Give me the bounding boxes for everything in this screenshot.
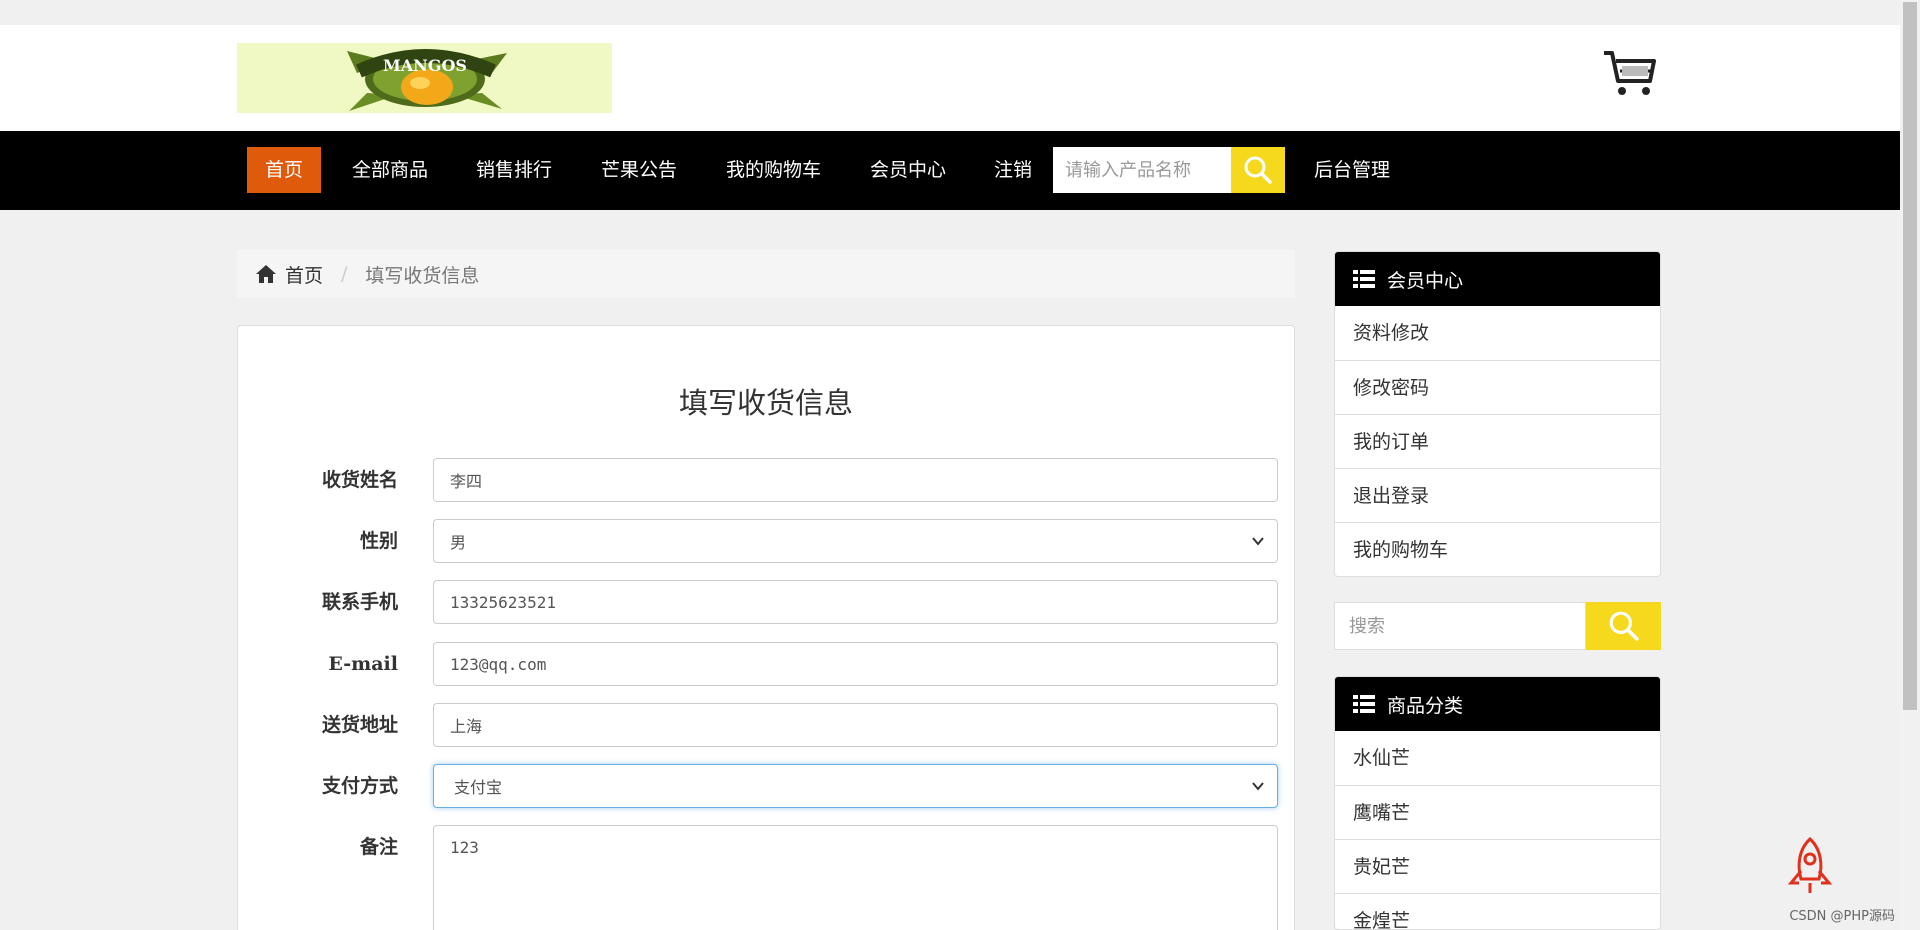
site-logo[interactable]: MANGOS: [237, 43, 612, 113]
field-label-address: 送货地址: [321, 714, 398, 736]
address-value: 上海: [450, 717, 483, 736]
scrollbar-thumb[interactable]: [1903, 2, 1917, 710]
form-title: 填写收货信息: [678, 386, 853, 420]
member-center-title: 会员中心: [1387, 269, 1464, 292]
nav-item-admin[interactable]: 后台管理: [1296, 147, 1408, 193]
gender-select[interactable]: 男: [433, 519, 1278, 563]
email-value: 123@qq.com: [450, 654, 547, 674]
top-strip: [0, 0, 1920, 25]
chevron-down-icon: [1252, 537, 1264, 546]
search-icon: [1244, 156, 1272, 184]
email-input[interactable]: 123@qq.com: [433, 642, 1278, 686]
field-row-payment: 支付方式 支付宝: [238, 764, 1294, 808]
field-row-gender: 性别 男: [238, 519, 1294, 563]
category-item-jinhuang[interactable]: 金煌芒: [1335, 893, 1660, 929]
field-row-name: 收货姓名 李四: [238, 458, 1294, 502]
notes-textarea[interactable]: 123: [433, 825, 1278, 930]
nav-item-announcements[interactable]: 芒果公告: [583, 147, 695, 193]
sidebar-search: [1334, 602, 1661, 650]
category-item-shuixian[interactable]: 水仙芒: [1335, 731, 1660, 785]
product-category-header: 商品分类: [1335, 677, 1660, 731]
breadcrumb-home[interactable]: 首页: [255, 261, 323, 288]
member-center-panel: 会员中心 资料修改 修改密码 我的订单 退出登录 我的购物车: [1334, 251, 1661, 577]
svg-text:MANGOS: MANGOS: [383, 56, 467, 75]
nav-item-logout[interactable]: 注销: [976, 147, 1050, 193]
nav-item-sales-ranking[interactable]: 销售排行: [458, 147, 570, 193]
nav-item-my-cart[interactable]: 我的购物车: [708, 147, 839, 193]
field-label-phone: 联系手机: [321, 591, 398, 613]
sidebar-item-my-cart[interactable]: 我的购物车: [1335, 522, 1660, 576]
list-icon: [1353, 695, 1375, 713]
product-category-panel: 商品分类 水仙芒 鹰嘴芒 贵妃芒 金煌芒: [1334, 676, 1661, 930]
product-search-button[interactable]: [1231, 147, 1285, 193]
field-label-gender: 性别: [359, 530, 398, 552]
back-to-top-rocket-icon[interactable]: [1783, 835, 1837, 895]
recipient-name-input[interactable]: 李四: [433, 458, 1278, 502]
field-label-payment: 支付方式: [321, 775, 398, 797]
search-icon: [1609, 611, 1639, 641]
address-input[interactable]: 上海: [433, 703, 1278, 747]
breadcrumb-home-label: 首页: [285, 264, 324, 287]
site-header: MANGOS: [0, 25, 1900, 131]
payment-method-value: 支付宝: [454, 778, 503, 797]
gender-value: 男: [450, 533, 467, 552]
sidebar-item-change-password[interactable]: 修改密码: [1335, 360, 1660, 414]
sidebar-search-button[interactable]: [1586, 602, 1661, 650]
sidebar-item-logout[interactable]: 退出登录: [1335, 468, 1660, 522]
cart-icon[interactable]: [1602, 49, 1658, 99]
recipient-name-value: 李四: [450, 472, 483, 491]
phone-input[interactable]: 13325623521: [433, 580, 1278, 624]
sidebar-item-my-orders[interactable]: 我的订单: [1335, 414, 1660, 468]
breadcrumb: 首页 / 填写收货信息: [237, 250, 1295, 298]
product-category-title: 商品分类: [1387, 694, 1464, 717]
breadcrumb-separator: /: [341, 263, 348, 285]
field-label-name: 收货姓名: [321, 469, 398, 491]
csdn-watermark: CSDN @PHP源码: [1789, 909, 1895, 924]
nav-item-home[interactable]: 首页: [247, 147, 322, 193]
list-icon: [1353, 270, 1375, 288]
chevron-down-icon: [1252, 782, 1264, 791]
main-nav: 首页 全部商品 销售排行 芒果公告 我的购物车 会员中心 注销 后台管理: [0, 131, 1900, 210]
payment-method-select[interactable]: 支付宝: [433, 764, 1278, 808]
field-row-email: E-mail 123@qq.com: [238, 642, 1294, 686]
field-row-phone: 联系手机 13325623521: [238, 580, 1294, 624]
nav-item-member-center[interactable]: 会员中心: [852, 147, 964, 193]
sidebar-item-edit-profile[interactable]: 资料修改: [1335, 306, 1660, 360]
nav-item-all-products[interactable]: 全部商品: [334, 147, 446, 193]
category-item-guifei[interactable]: 贵妃芒: [1335, 839, 1660, 893]
sidebar-search-input[interactable]: [1334, 602, 1586, 650]
field-row-address: 送货地址 上海: [238, 703, 1294, 747]
field-label-email: E-mail: [328, 653, 398, 675]
category-item-yingzui[interactable]: 鹰嘴芒: [1335, 785, 1660, 839]
notes-value: 123: [450, 838, 479, 857]
home-icon: [256, 265, 276, 283]
field-row-notes: 备注 123: [238, 825, 1294, 930]
member-center-header: 会员中心: [1335, 252, 1660, 306]
phone-value: 13325623521: [450, 592, 556, 612]
shipping-form-panel: 填写收货信息 收货姓名 李四 性别 男 联系手机 13325623521 E-m…: [237, 325, 1295, 930]
page-scrollbar[interactable]: [1900, 0, 1920, 930]
breadcrumb-current: 填写收货信息: [365, 264, 480, 287]
product-search-input[interactable]: [1053, 147, 1231, 193]
mango-logo-image: MANGOS: [347, 49, 507, 111]
field-label-notes: 备注: [359, 836, 398, 858]
